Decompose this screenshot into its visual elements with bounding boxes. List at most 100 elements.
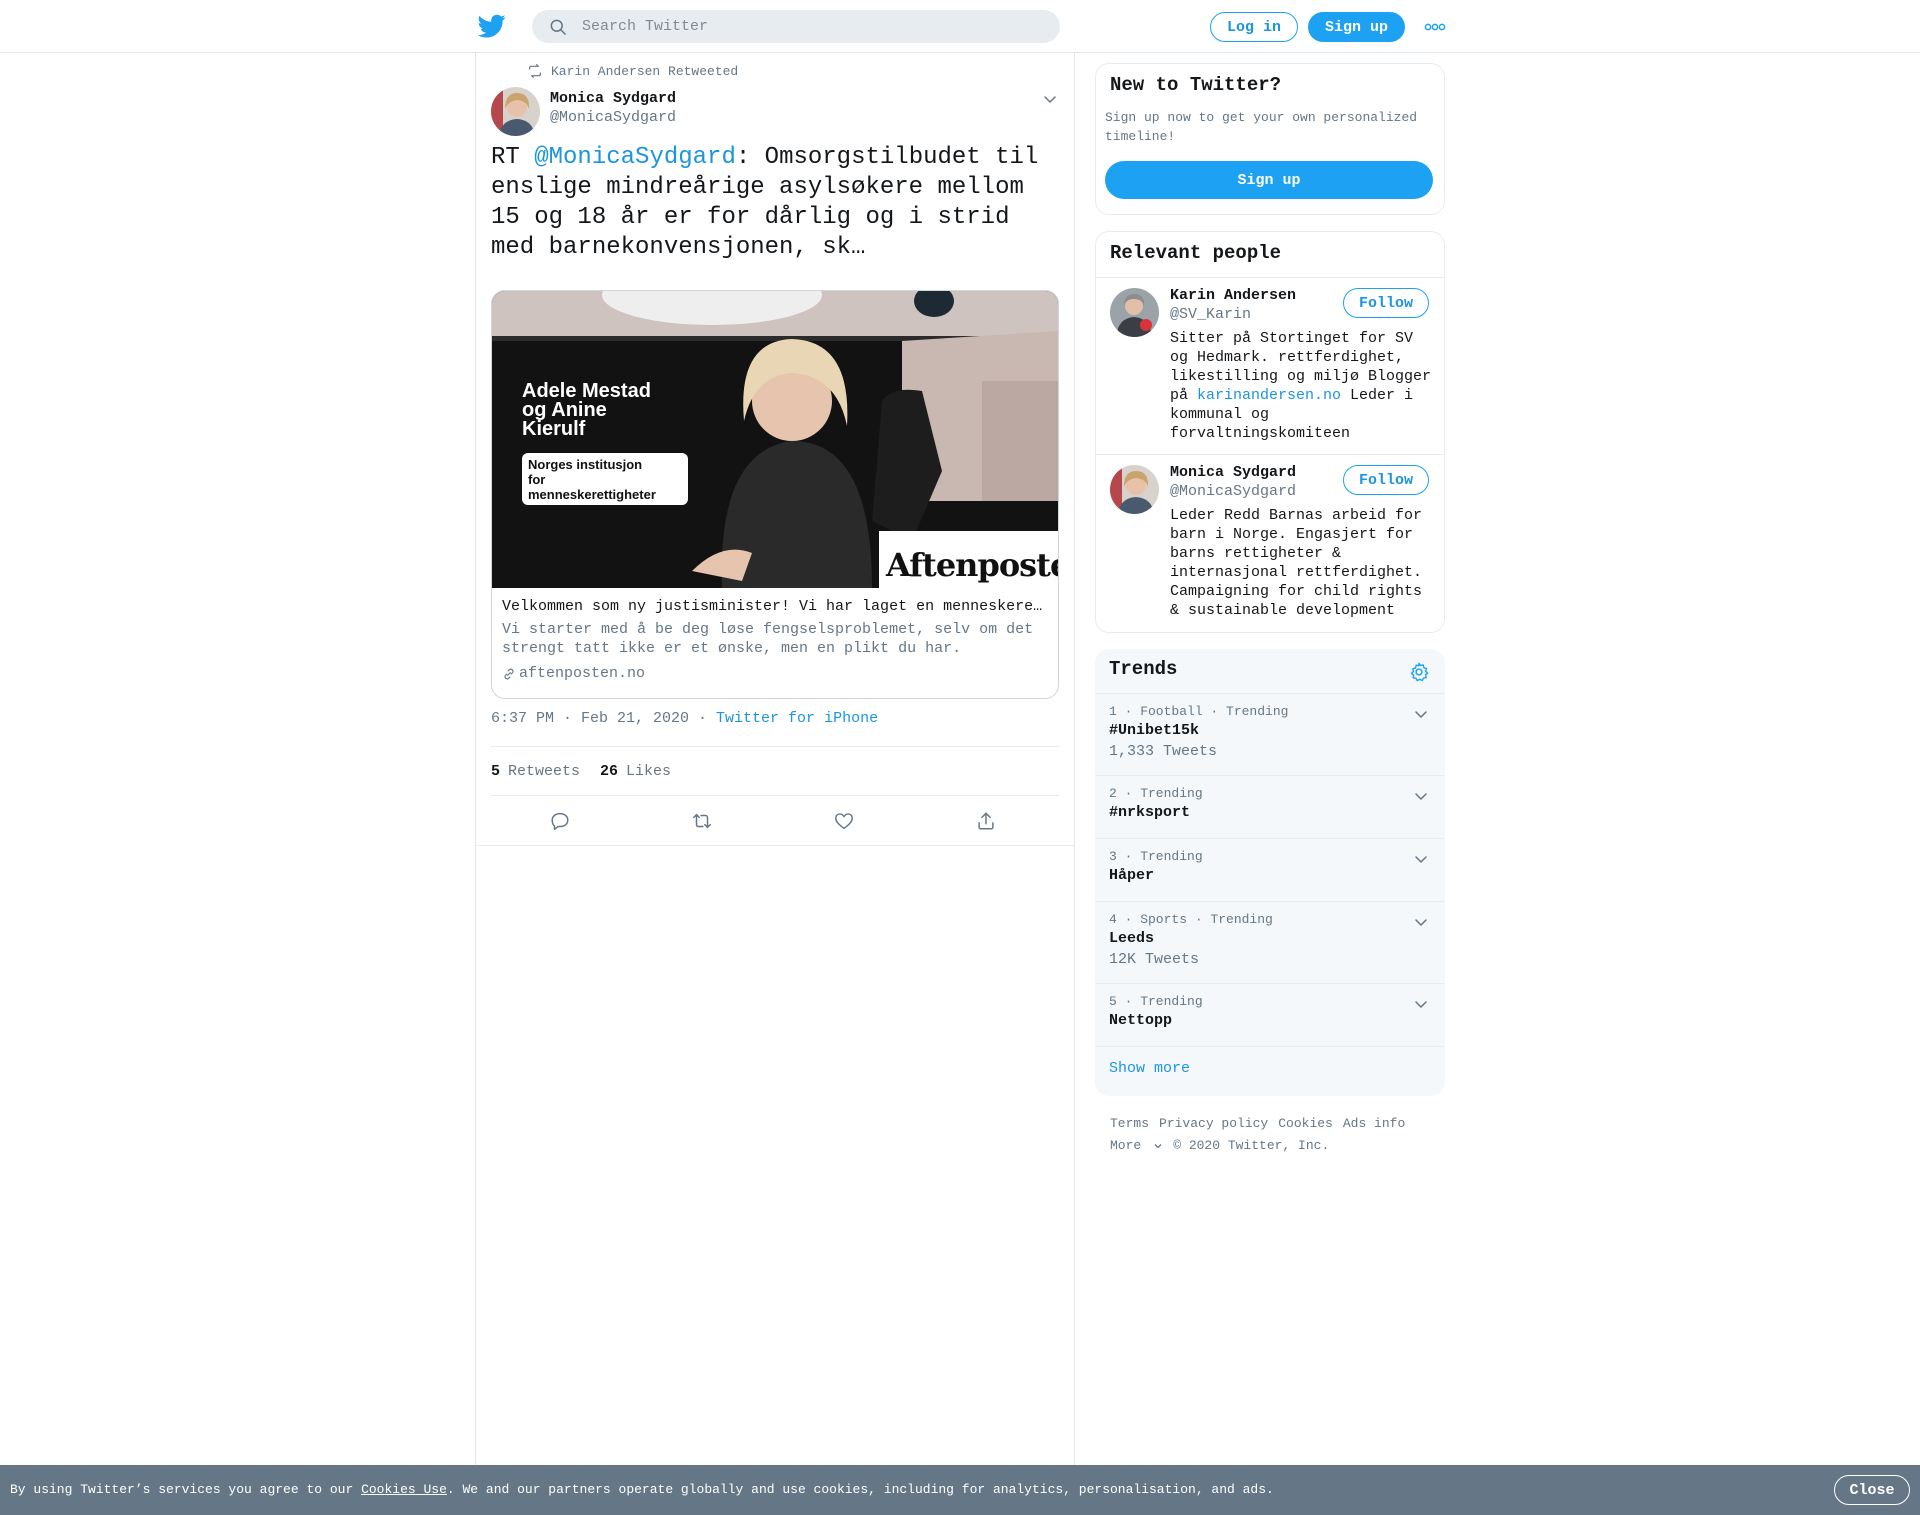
trend-meta: 2 · Trending [1109,786,1203,801]
gear-icon[interactable] [1408,661,1430,683]
chevron-down-icon[interactable] [1413,788,1429,804]
tweet-text: RT @MonicaSydgard: Omsorgstilbudet til e… [491,143,1063,263]
search-input[interactable] [582,18,1022,35]
mention-link[interactable]: @MonicaSydgard [534,144,736,171]
card-image-badge-3: menneskerettigheter [528,487,656,502]
retweeted-by-label: Karin Andersen Retweeted [551,63,739,79]
footer-ads-link[interactable]: Ads info [1343,1113,1405,1135]
avatar-image [491,87,540,136]
trend-meta: 3 · Trending [1109,849,1203,864]
cookie-banner: By using Twitter’s services you agree to… [0,1465,1920,1515]
trend-meta: 1 · Football · Trending [1109,704,1289,719]
person-name[interactable]: Monica Sydgard [1170,464,1296,481]
card-description: Vi starter med å be deg løse fengselspro… [502,621,1034,657]
relevant-people-title: Relevant people [1110,242,1282,264]
top-bar: Log in Sign up [0,0,1920,53]
card-title: Velkommen som ny justisminister! Vi har … [502,598,1050,615]
likes-label: Likes [626,762,672,780]
show-more-link[interactable]: Show more [1109,1060,1190,1077]
person-card[interactable]: Karin Andersen @SV_Karin Follow Sitter p… [1096,278,1444,455]
cookie-close-button[interactable]: Close [1834,1475,1910,1505]
card-image-heading-3: Kierulf [522,418,586,440]
more-dots-icon[interactable] [1424,20,1446,34]
avatar[interactable] [1110,288,1159,337]
avatar-image [1110,288,1159,337]
chevron-down-icon[interactable] [1413,706,1429,722]
person-name[interactable]: Karin Andersen [1170,287,1296,304]
chevron-down-icon[interactable] [1042,91,1058,107]
author-handle[interactable]: @MonicaSydgard [550,109,676,126]
like-heart-icon[interactable] [833,810,855,832]
trends-title: Trends [1109,658,1178,680]
tweet-source-link[interactable]: Twitter for iPhone [716,710,878,727]
trend-name: Leeds [1109,930,1155,947]
avatar[interactable] [491,87,540,136]
main-column: Karin Andersen Retweeted Monica Sydgard … [475,53,1075,1465]
link-icon [504,668,514,679]
avatar[interactable] [1110,465,1159,514]
person-card[interactable]: Monica Sydgard @MonicaSydgard Follow Led… [1096,455,1444,632]
trend-name: #Unibet15k [1109,722,1200,739]
person-handle[interactable]: @MonicaSydgard [1170,483,1296,500]
new-to-twitter-text: Sign up now to get your own personalized… [1105,110,1418,144]
new-to-twitter-title: New to Twitter? [1110,74,1282,96]
trend-item[interactable]: 3 · Trending Håper [1095,839,1445,902]
footer-cookies-link[interactable]: Cookies [1278,1113,1333,1135]
chevron-down-icon[interactable] [1413,914,1429,930]
signup-button[interactable]: Sign up [1308,12,1405,42]
footer-more-label: More [1110,1138,1142,1153]
trends-panel: Trends 1 · Football · Trending #Unibet15… [1095,649,1445,1096]
relevant-people-panel: Relevant people Karin Andersen @SV_Karin… [1095,231,1445,633]
trend-meta: 5 · Trending [1109,994,1203,1009]
trend-name: Nettopp [1109,1012,1173,1029]
trend-item[interactable]: 1 · Football · Trending #Unibet15k 1,333… [1095,694,1445,776]
avatar-image [1110,465,1159,514]
tweet-actions [491,796,1059,846]
card-image-badge-1: Norges institusjon [528,457,642,472]
card-domain: aftenposten.no [502,665,645,682]
footer-privacy-link[interactable]: Privacy policy [1159,1113,1268,1135]
bio-link[interactable]: karinandersen.no [1197,387,1341,404]
author-name[interactable]: Monica Sydgard [550,90,676,107]
likes-count: 26 [600,762,619,780]
share-icon[interactable] [975,810,997,832]
cookie-text-before: By using Twitter’s services you agree to… [10,1482,362,1497]
twitter-bird-icon[interactable] [478,12,506,40]
link-card[interactable]: Adele Mestad og Anine Kierulf Norges ins… [491,290,1059,699]
tweet-stats: 5 Retweets 26 Likes [491,746,1059,796]
trend-name: #nrksport [1109,804,1191,821]
person-handle[interactable]: @SV_Karin [1170,306,1251,323]
footer-more-button[interactable]: More [1110,1135,1163,1157]
trend-name: Håper [1109,867,1155,884]
search-box[interactable] [532,10,1060,43]
cookie-text: By using Twitter’s services you agree to… [10,1482,1274,1497]
follow-button[interactable]: Follow [1343,465,1429,495]
trend-item[interactable]: 2 · Trending #nrksport [1095,776,1445,839]
trend-item[interactable]: 5 · Trending Nettopp [1095,984,1445,1047]
tweet-time[interactable]: 6:37 PM · Feb 21, 2020 · [491,710,716,727]
retweets-count: 5 [491,762,501,780]
chevron-down-icon[interactable] [1413,996,1429,1012]
trend-count: 12K Tweets [1109,951,1200,968]
retweets-label: Retweets [508,762,581,780]
card-image-badge-2: for [528,472,545,487]
cookies-use-link[interactable]: Cookies Use [361,1482,447,1497]
likes-stat[interactable]: 26 Likes [600,763,671,780]
chevron-down-icon[interactable] [1413,851,1429,867]
sidebar-signup-button[interactable]: Sign up [1105,161,1433,199]
retweet-context[interactable]: Karin Andersen Retweeted [527,63,738,79]
new-to-twitter-panel: New to Twitter? Sign up now to get your … [1095,63,1445,215]
login-button[interactable]: Log in [1210,12,1298,42]
aftenposten-logo: Aftenposten [885,546,1058,584]
trend-count: 1,333 Tweets [1109,743,1218,760]
reply-icon[interactable] [549,810,571,832]
retweet-action-icon[interactable] [691,810,713,832]
relevant-people-header: Relevant people [1096,232,1444,278]
tweet-timestamp: 6:37 PM · Feb 21, 2020 · Twitter for iPh… [491,710,878,727]
footer-terms-link[interactable]: Terms [1110,1113,1149,1135]
trend-item[interactable]: 4 · Sports · Trending Leeds 12K Tweets [1095,902,1445,984]
footer-copyright: © 2020 Twitter, Inc. [1173,1138,1330,1153]
follow-button[interactable]: Follow [1343,288,1429,318]
card-domain-label: aftenposten.no [519,665,646,682]
retweets-stat[interactable]: 5 Retweets [491,763,580,780]
